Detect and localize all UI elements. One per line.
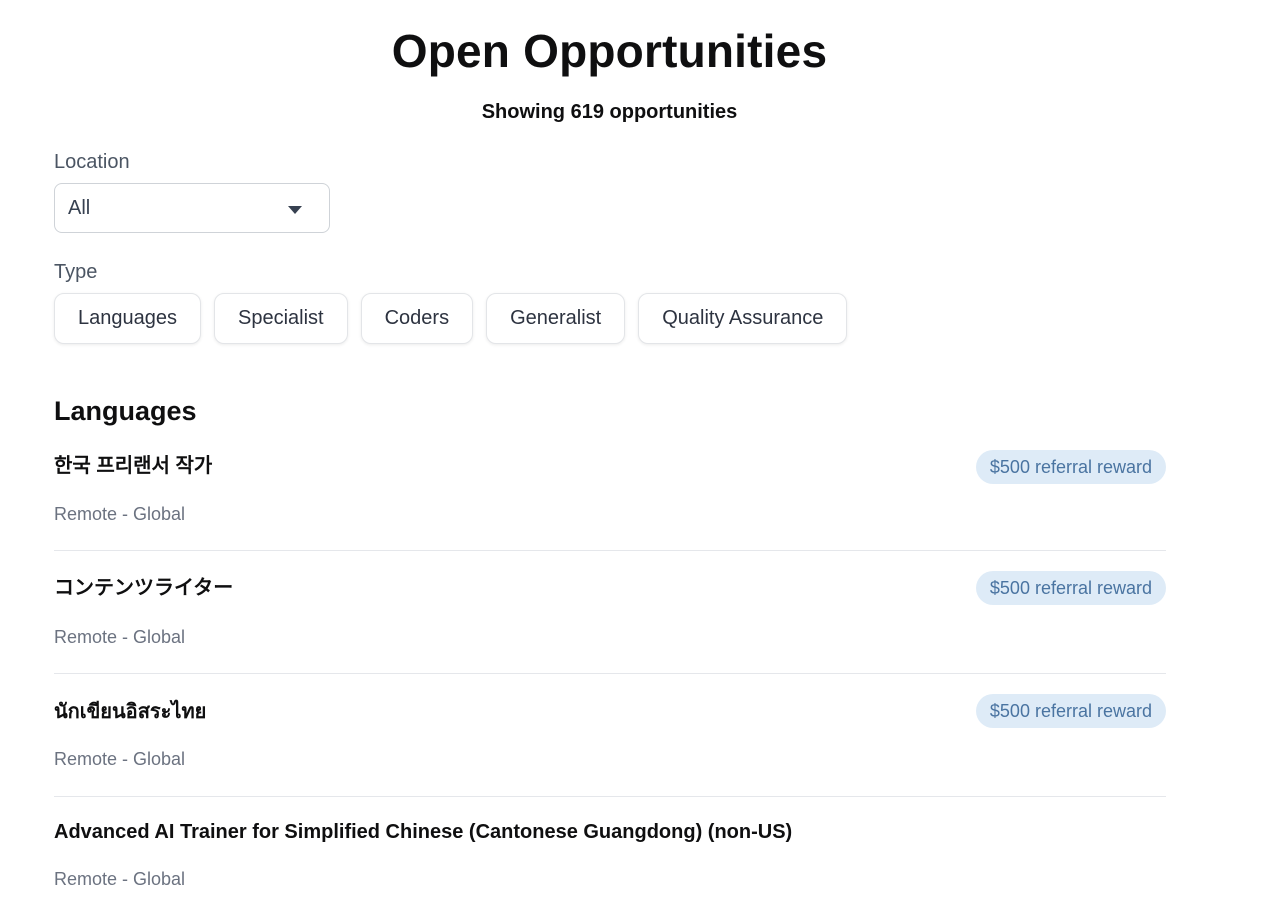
type-chip-specialist[interactable]: Specialist bbox=[213, 293, 348, 344]
job-location: Remote - Global bbox=[54, 749, 186, 769]
job-title[interactable]: 한국 프리랜서 작가 bbox=[54, 453, 212, 479]
job-listing[interactable]: コンテンツライター $500 referral reward Remote - … bbox=[54, 551, 1166, 674]
job-location: Remote - Global bbox=[54, 627, 186, 647]
job-listing[interactable]: นักเขียนอิสระไทย $500 referral reward Re… bbox=[54, 674, 1166, 797]
location-select-value: All bbox=[68, 196, 91, 219]
job-location: Remote - Global bbox=[54, 869, 186, 889]
job-listing[interactable]: Advanced AI Trainer for Simplified Chine… bbox=[54, 797, 1166, 907]
job-location: Remote - Global bbox=[54, 504, 186, 524]
type-chip-quality-assurance[interactable]: Quality Assurance bbox=[638, 293, 848, 344]
type-filter-label: Type bbox=[54, 261, 98, 283]
job-title[interactable]: コンテンツライター bbox=[54, 575, 233, 601]
job-listing[interactable]: 한국 프리랜서 작가 $500 referral reward Remote -… bbox=[54, 440, 1166, 551]
job-title[interactable]: นักเขียนอิสระไทย bbox=[54, 699, 206, 725]
type-filter-chips: Languages Specialist Coders Generalist Q… bbox=[54, 293, 848, 344]
result-count: Showing 619 opportunities bbox=[481, 101, 738, 123]
type-chip-generalist[interactable]: Generalist bbox=[486, 293, 626, 344]
type-chip-coders[interactable]: Coders bbox=[360, 293, 474, 344]
job-title[interactable]: Advanced AI Trainer for Simplified Chine… bbox=[54, 819, 792, 845]
referral-reward-badge: $500 referral reward bbox=[975, 694, 1166, 728]
location-select[interactable]: All bbox=[54, 183, 330, 233]
chevron-down-icon bbox=[288, 206, 302, 214]
section-heading-languages: Languages bbox=[54, 396, 197, 426]
location-filter-label: Location bbox=[54, 151, 130, 173]
type-chip-languages[interactable]: Languages bbox=[54, 293, 201, 344]
job-list: 한국 프리랜서 작가 $500 referral reward Remote -… bbox=[54, 440, 1166, 907]
referral-reward-badge: $500 referral reward bbox=[975, 571, 1166, 605]
referral-reward-badge: $500 referral reward bbox=[975, 450, 1166, 484]
page-title: Open Opportunities bbox=[391, 25, 828, 77]
